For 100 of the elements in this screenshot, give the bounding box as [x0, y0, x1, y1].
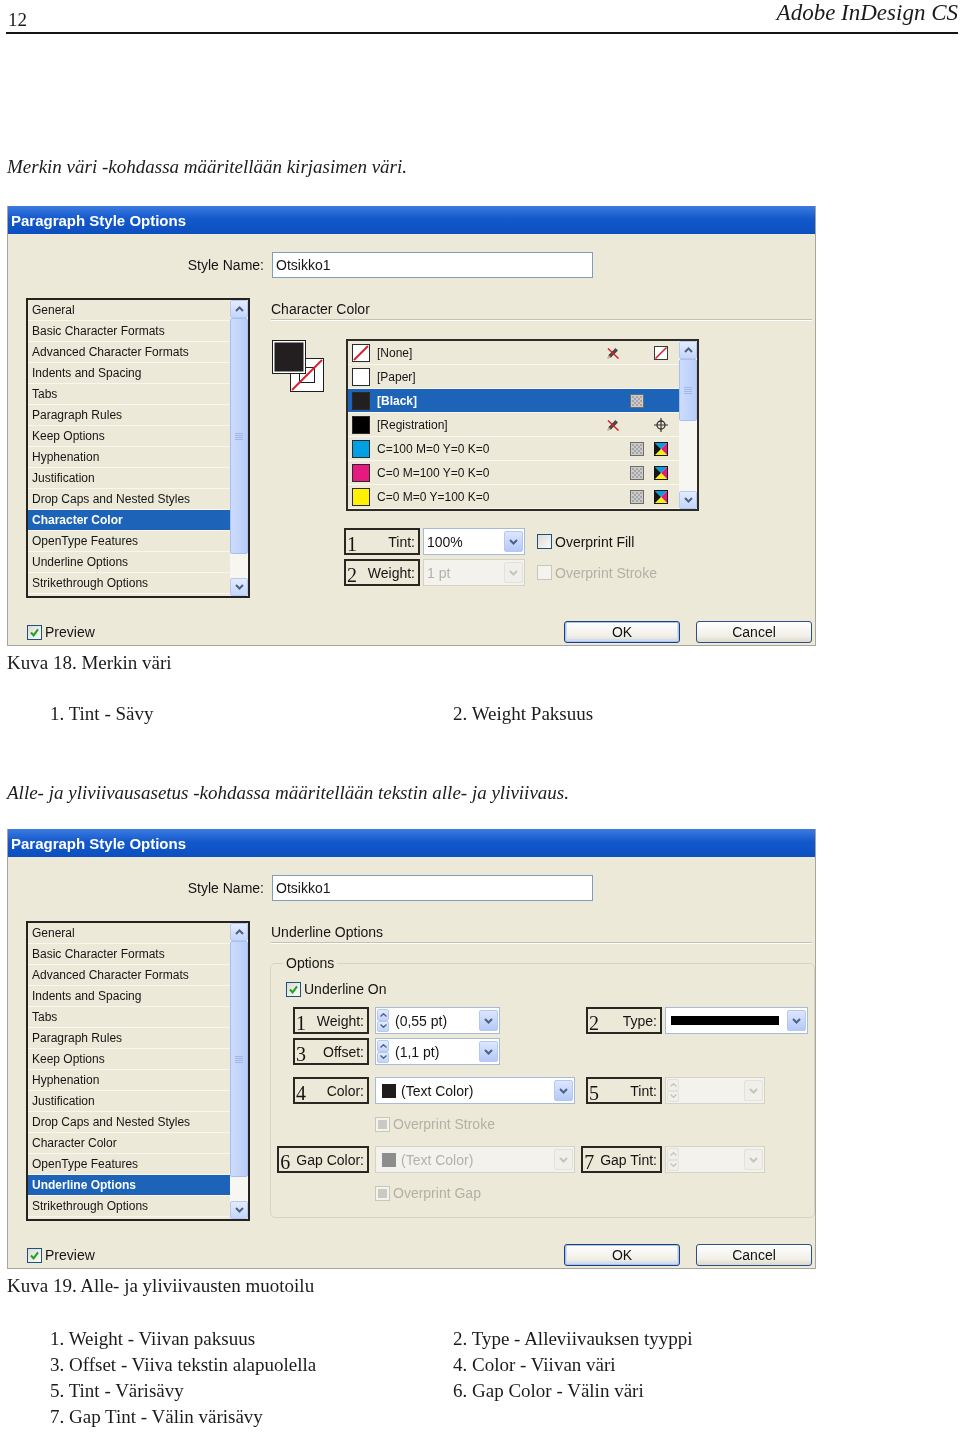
category-item[interactable]: Paragraph Rules	[28, 405, 230, 426]
spin-field[interactable]: (0,55 pt)	[375, 1007, 500, 1034]
category-item[interactable]: Basic Character Formats	[28, 321, 230, 342]
dropdown-field[interactable]: 100%	[423, 528, 525, 555]
checkbox[interactable]	[537, 534, 552, 549]
scroll-down-button[interactable]	[230, 1201, 248, 1219]
category-item[interactable]: General	[28, 300, 230, 321]
scroll-up-button[interactable]	[230, 300, 248, 318]
category-item[interactable]: Strikethrough Options	[28, 573, 230, 594]
chevron-down-icon	[683, 497, 693, 503]
dropdown-button[interactable]	[504, 531, 523, 552]
category-item[interactable]: Keep Options	[28, 426, 230, 447]
spin-field[interactable]: (1,1 pt)	[375, 1038, 500, 1065]
swatch-row[interactable]: [Black]	[348, 389, 679, 413]
field-label: Tint:	[388, 532, 415, 551]
checkmark-icon	[30, 1250, 39, 1260]
note-text: 1. Weight - Viivan paksuus	[50, 1327, 257, 1351]
cancel-button[interactable]: Cancel	[696, 1244, 812, 1266]
checkmark-icon	[30, 627, 39, 637]
field-label: Type:	[622, 1011, 657, 1030]
category-item[interactable]: Keep Options	[28, 1049, 230, 1070]
category-item[interactable]: Hyphenation	[28, 1070, 230, 1091]
callout-number: 1	[347, 534, 357, 554]
swatch-row[interactable]: C=0 M=100 Y=0 K=0	[348, 461, 679, 485]
text-field[interactable]: Otsikko1	[272, 252, 593, 278]
chevron-up-icon	[234, 306, 244, 312]
chevron-down-icon	[379, 1024, 387, 1029]
chevron-down-icon	[484, 1048, 493, 1055]
checkbox[interactable]	[286, 981, 301, 997]
cancel-button[interactable]: Cancel	[696, 621, 812, 643]
ok-button[interactable]: OK	[564, 1244, 680, 1266]
category-item[interactable]: Underline Options	[28, 1175, 230, 1196]
spin-up-button[interactable]	[377, 1040, 389, 1052]
category-item[interactable]: Tabs	[28, 1007, 230, 1028]
scroll-up-button[interactable]	[230, 923, 248, 941]
scrollbar[interactable]	[679, 341, 697, 509]
checkbox-label: Overprint Gap	[393, 1184, 481, 1202]
callout-number: 2	[347, 565, 357, 585]
category-item[interactable]: Underline Options	[28, 552, 230, 573]
chevron-up-icon	[379, 1012, 387, 1017]
dropdown-button[interactable]	[554, 1080, 573, 1101]
scroll-thumb[interactable]	[230, 318, 248, 554]
category-item[interactable]: Advanced Character Formats	[28, 342, 230, 363]
intro-text: Merkin väri -kohdassa määritellään kirjasimen väri.	[7, 155, 408, 179]
checkbox[interactable]	[27, 1247, 42, 1263]
dropdown-button[interactable]	[479, 1041, 498, 1062]
category-item[interactable]: Character Color	[28, 1133, 230, 1154]
ok-button[interactable]: OK	[564, 621, 680, 643]
chevron-down-icon	[509, 569, 518, 576]
note-text: 7. Gap Tint - Välin värisävy	[50, 1405, 264, 1429]
field-label: Gap Tint:	[600, 1150, 657, 1169]
running-title: Adobe InDesign CS	[776, 0, 958, 27]
category-item[interactable]: Tabs	[28, 384, 230, 405]
field-label: Weight:	[316, 1011, 364, 1030]
chevron-down-icon	[749, 1087, 758, 1094]
field-label: Style Name:	[186, 880, 264, 896]
category-item[interactable]: Indents and Spacing	[28, 986, 230, 1007]
category-item[interactable]: Justification	[28, 468, 230, 489]
scrollbar[interactable]	[230, 923, 248, 1219]
scroll-up-button[interactable]	[679, 341, 697, 359]
swatch-row[interactable]: C=100 M=0 Y=0 K=0	[348, 437, 679, 461]
category-item[interactable]: Paragraph Rules	[28, 1028, 230, 1049]
line-type-dropdown[interactable]	[665, 1007, 808, 1034]
checkbox-label: Overprint Fill	[555, 532, 635, 551]
field-label: Style Name:	[186, 257, 264, 273]
category-item[interactable]: Character Color	[28, 510, 230, 531]
slashed-swatch-icon	[352, 343, 370, 362]
intro-text: Alle- ja yliviivausasetus -kohdassa määritellään tekstin alle- ja yliviivaus.	[7, 781, 570, 805]
category-item[interactable]: Justification	[28, 1091, 230, 1112]
category-item[interactable]: Basic Character Formats	[28, 944, 230, 965]
scroll-thumb[interactable]	[230, 941, 248, 1177]
callout-number: 7	[584, 1152, 595, 1172]
checkbox-label: Overprint Stroke	[393, 1115, 495, 1133]
category-item[interactable]: General	[28, 923, 230, 944]
checkbox-label: Underline On	[304, 980, 387, 998]
scroll-down-button[interactable]	[679, 491, 697, 509]
color-dropdown[interactable]: (Text Color)	[375, 1077, 575, 1104]
category-item[interactable]: OpenType Features	[28, 531, 230, 552]
dropdown-button[interactable]	[787, 1010, 806, 1031]
scrollbar[interactable]	[230, 300, 248, 596]
swatch-row[interactable]: C=0 M=0 Y=100 K=0	[348, 485, 679, 509]
window-title: Paragraph Style Options	[11, 834, 187, 852]
swatch-row[interactable]: [Registration]	[348, 413, 679, 437]
category-item[interactable]: Drop Caps and Nested Styles	[28, 1112, 230, 1133]
text-field[interactable]: Otsikko1	[272, 875, 593, 901]
scroll-thumb[interactable]	[679, 359, 697, 421]
dropdown-button[interactable]	[479, 1010, 498, 1031]
category-item[interactable]: Hyphenation	[28, 447, 230, 468]
category-item[interactable]: Strikethrough Options	[28, 1196, 230, 1217]
category-item[interactable]: Indents and Spacing	[28, 363, 230, 384]
chevron-down-icon	[559, 1156, 568, 1163]
chevron-up-icon	[683, 347, 693, 353]
callout-number: 3	[296, 1044, 306, 1064]
spin-up-button[interactable]	[377, 1009, 389, 1021]
grip-icon	[235, 1055, 243, 1063]
category-item[interactable]: Advanced Character Formats	[28, 965, 230, 986]
scroll-down-button[interactable]	[230, 578, 248, 596]
checkbox[interactable]	[27, 624, 42, 640]
note-text: 2. Type - Alleviivauksen tyyppi	[453, 1327, 694, 1351]
swatch-row[interactable]: [None]	[348, 341, 679, 365]
